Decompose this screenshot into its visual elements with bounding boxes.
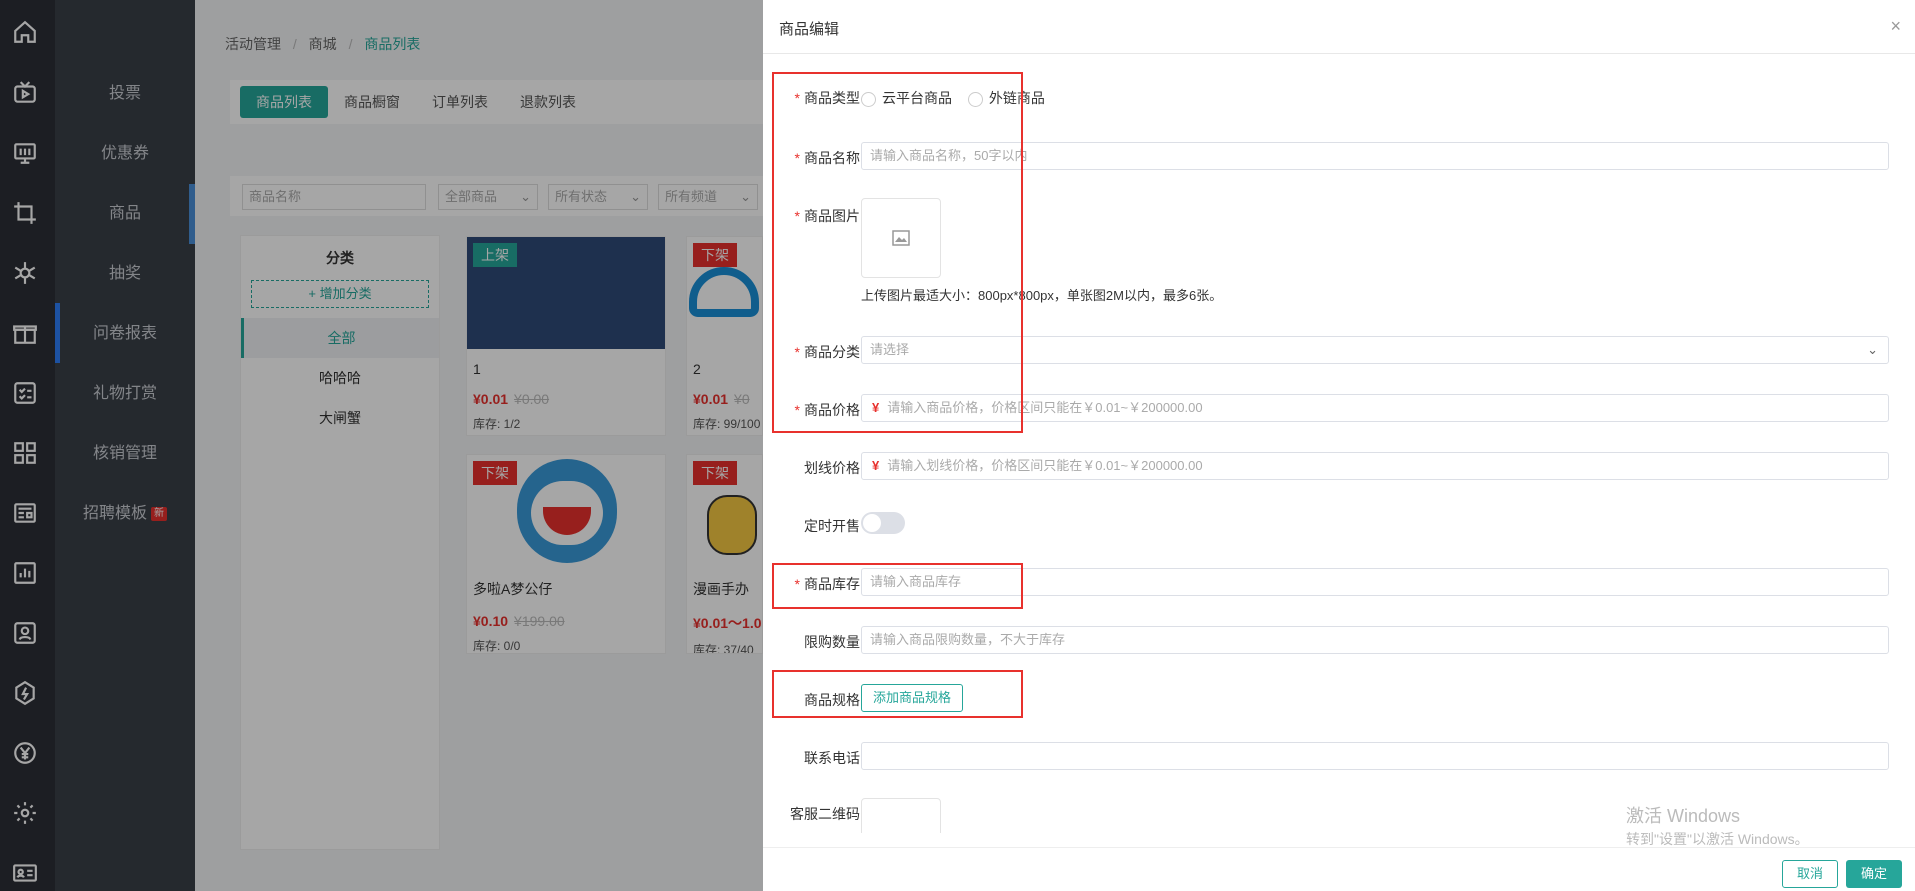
close-icon[interactable]: × xyxy=(1890,16,1901,37)
modal-overlay[interactable] xyxy=(0,0,763,891)
highlight-box xyxy=(772,563,1023,609)
purchase-limit-label: 限购数量 xyxy=(804,634,860,650)
drawer-footer xyxy=(763,847,1915,891)
row-service-qr: 客服二维码 xyxy=(763,798,1915,833)
contact-phone-label: 联系电话 xyxy=(804,750,860,766)
purchase-limit-input[interactable]: 请输入商品限购数量，不大于库存 xyxy=(861,626,1889,654)
highlight-box xyxy=(772,670,1023,718)
yen-icon: ¥ xyxy=(872,458,880,473)
service-qr-label: 客服二维码 xyxy=(790,806,860,822)
edit-drawer: 商品编辑 × * 商品类型 云平台商品 外链商品 * 商品名称 请输入商品名称，50… xyxy=(763,0,1915,891)
chevron-down-icon: ⌄ xyxy=(1867,342,1878,357)
timed-sale-label: 定时开售 xyxy=(804,518,860,534)
input-placeholder: 请输入划线价格，价格区间只能在￥0.01~￥200000.00 xyxy=(887,458,1203,473)
highlight-box xyxy=(772,72,1023,433)
qr-upload[interactable] xyxy=(861,798,941,833)
drawer-title: 商品编辑 xyxy=(779,21,840,38)
cancel-button[interactable]: 取消 xyxy=(1782,860,1838,888)
drawer-header: 商品编辑 × xyxy=(763,0,1915,54)
timed-sale-toggle[interactable] xyxy=(861,512,905,534)
strike-price-label: 划线价格 xyxy=(804,460,860,476)
confirm-button[interactable]: 确定 xyxy=(1846,860,1902,888)
strike-price-input[interactable]: ¥ 请输入划线价格，价格区间只能在￥0.01~￥200000.00 xyxy=(861,452,1889,480)
windows-watermark: 激活 Windows xyxy=(1626,806,1741,826)
windows-watermark-sub: 转到"设置"以激活 Windows。 xyxy=(1626,831,1809,847)
contact-phone-input[interactable] xyxy=(861,742,1889,770)
